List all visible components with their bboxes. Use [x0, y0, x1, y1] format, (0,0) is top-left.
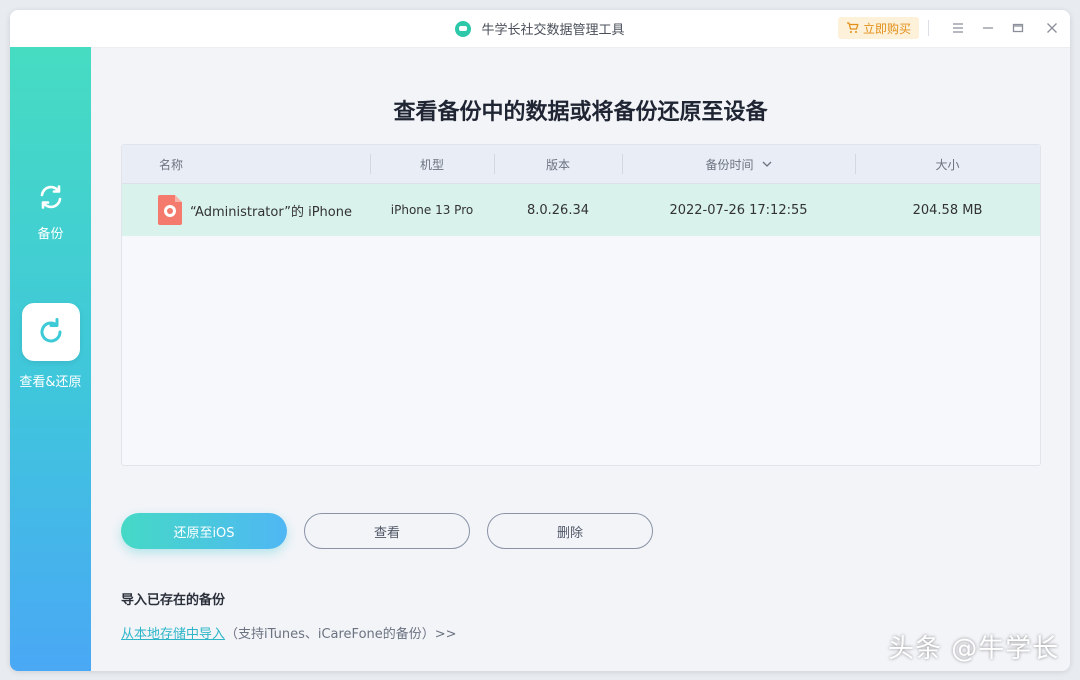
buy-now-label: 立即购买	[863, 20, 911, 37]
minimize-icon[interactable]	[978, 18, 998, 38]
sidebar-item-label: 查看&还原	[19, 371, 81, 390]
import-section-title: 导入已存在的备份	[121, 589, 225, 608]
sync-icon	[35, 181, 67, 213]
column-header-size[interactable]: 大小	[855, 145, 1040, 183]
delete-button[interactable]: 删除	[487, 513, 653, 549]
cart-icon	[846, 22, 859, 34]
refresh-icon	[35, 316, 67, 348]
watermark: 头条 @牛学长	[888, 628, 1059, 665]
cell-version: 8.0.26.34	[494, 184, 622, 236]
column-header-name[interactable]: 名称	[122, 145, 220, 183]
column-header-model[interactable]: 机型	[370, 145, 494, 183]
main-content: 查看备份中的数据或将备份还原至设备 名称 机型 版本 备份时间 大小	[91, 47, 1070, 671]
restore-to-ios-button[interactable]: 还原至iOS	[121, 513, 287, 549]
column-header-backup-time[interactable]: 备份时间	[622, 145, 855, 183]
buy-now-button[interactable]: 立即购买	[838, 17, 919, 39]
whatsapp-file-icon	[158, 195, 182, 225]
backup-table: 名称 机型 版本 备份时间 大小 “Administrator”的 iPhone	[121, 144, 1041, 466]
sidebar-item-view-restore[interactable]: 查看&还原	[10, 303, 91, 390]
view-button[interactable]: 查看	[304, 513, 470, 549]
cell-name: “Administrator”的 iPhone	[158, 184, 370, 236]
cell-size: 204.58 MB	[855, 184, 1040, 236]
window-title: 牛学长社交数据管理工具	[481, 19, 624, 38]
cell-backup-time: 2022-07-26 17:12:55	[622, 184, 855, 236]
sidebar-item-backup[interactable]: 备份	[10, 177, 91, 242]
table-row[interactable]: “Administrator”的 iPhone iPhone 13 Pro 8.…	[122, 184, 1040, 236]
chevron-down-icon	[762, 161, 772, 167]
import-from-local-link[interactable]: 从本地存储中导入	[121, 627, 225, 642]
import-line: 从本地存储中导入（支持iTunes、iCareFone的备份）>>	[121, 623, 457, 642]
column-header-version[interactable]: 版本	[494, 145, 622, 183]
import-note: （支持iTunes、iCareFone的备份）>>	[225, 627, 457, 642]
app-logo-icon	[455, 21, 471, 37]
close-icon[interactable]	[1042, 18, 1062, 38]
table-header: 名称 机型 版本 备份时间 大小	[122, 145, 1040, 184]
column-header-backup-time-label: 备份时间	[705, 156, 753, 173]
cell-model: iPhone 13 Pro	[370, 184, 494, 236]
sidebar: 备份 查看&还原	[10, 47, 91, 671]
app-window: 牛学长社交数据管理工具 立即购买	[10, 10, 1070, 671]
backup-name: “Administrator”的 iPhone	[190, 201, 352, 220]
maximize-icon[interactable]	[1008, 18, 1028, 38]
title-bar: 牛学长社交数据管理工具 立即购买	[10, 10, 1070, 48]
page-title: 查看备份中的数据或将备份还原至设备	[91, 94, 1070, 126]
menu-icon[interactable]	[948, 18, 968, 38]
sidebar-item-label: 备份	[37, 223, 63, 242]
titlebar-divider	[928, 20, 929, 36]
